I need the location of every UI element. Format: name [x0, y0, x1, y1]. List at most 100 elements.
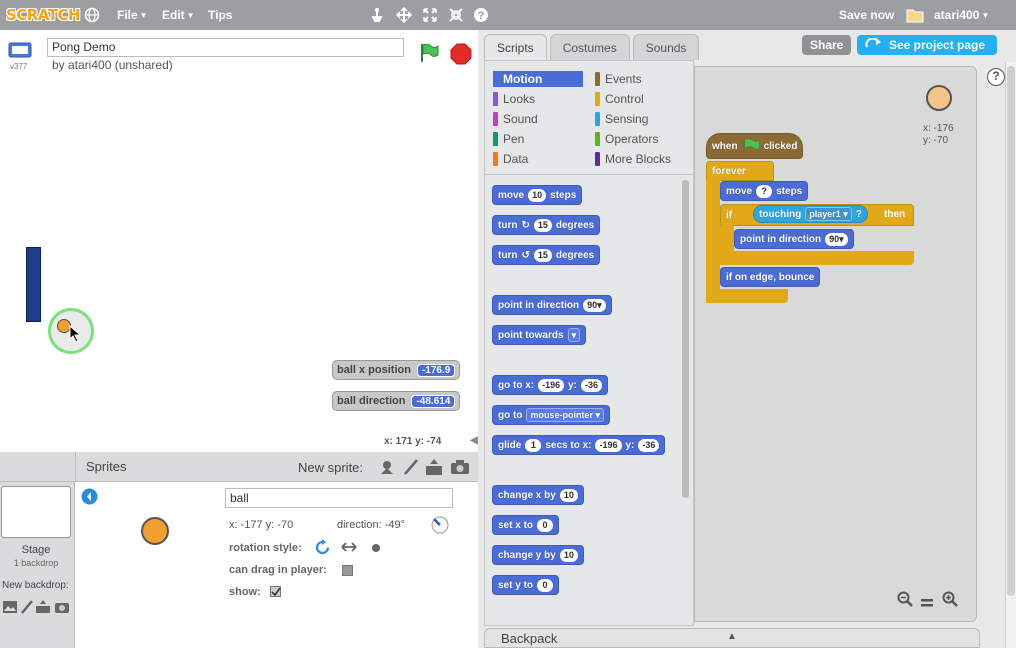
- block-number-input[interactable]: ?: [756, 184, 773, 198]
- green-flag-icon[interactable]: [418, 42, 440, 69]
- save-now-button[interactable]: Save now: [839, 0, 894, 30]
- tab-costumes[interactable]: Costumes: [549, 34, 630, 60]
- scratch-logo[interactable]: SCRATCH: [6, 0, 81, 30]
- category-data[interactable]: Data: [493, 151, 583, 167]
- stop-icon[interactable]: [450, 43, 472, 70]
- block-set-y[interactable]: set y to 0: [492, 575, 560, 595]
- block-turn-right[interactable]: turn ↻ 15 degrees: [492, 215, 601, 235]
- ball-x-monitor[interactable]: ball x position -176.9: [332, 360, 461, 380]
- scripts-area[interactable]: x: -176 y: -70 when clicked forever move…: [694, 66, 977, 622]
- can-drag-checkbox[interactable]: [342, 565, 353, 576]
- current-sprite-preview: [926, 85, 952, 111]
- block-number-input[interactable]: -36: [581, 378, 603, 392]
- help-tips-icon[interactable]: ?: [987, 68, 1005, 86]
- paddle-sprite[interactable]: [26, 247, 41, 322]
- block-number-input[interactable]: 15: [533, 248, 552, 262]
- camera-sprite-icon[interactable]: [450, 459, 470, 478]
- category-operators[interactable]: Operators: [595, 131, 685, 147]
- camera-backdrop-icon[interactable]: [54, 600, 70, 619]
- edit-menu[interactable]: Edit ▼: [162, 0, 195, 30]
- block-number-input[interactable]: 0: [537, 518, 554, 532]
- block-dropdown[interactable]: mouse-pointer ▾: [526, 408, 604, 422]
- block-dropdown[interactable]: ▾: [567, 328, 581, 342]
- block-touching[interactable]: touching player1 ▾ ?: [753, 205, 868, 223]
- file-menu[interactable]: File ▼: [117, 0, 148, 30]
- block-point-in-direction[interactable]: point in direction 90▾: [492, 295, 612, 315]
- category-control[interactable]: Control: [595, 91, 685, 107]
- block-point-in-direction[interactable]: point in direction 90▾: [734, 229, 854, 249]
- stage-canvas[interactable]: ball x position -176.9 ball direction -4…: [0, 74, 478, 432]
- category-looks[interactable]: Looks: [493, 91, 583, 107]
- category-pen[interactable]: Pen: [493, 131, 583, 147]
- ball-sprite[interactable]: [48, 308, 94, 354]
- tab-scripts[interactable]: Scripts: [484, 34, 547, 60]
- show-checkbox[interactable]: [270, 586, 281, 597]
- block-number-input[interactable]: 0: [537, 578, 554, 592]
- grow-tool-icon[interactable]: [422, 0, 438, 30]
- paint-backdrop-icon[interactable]: [20, 600, 34, 619]
- sprite-name-input[interactable]: ball: [225, 488, 453, 508]
- cut-tool-icon[interactable]: [396, 0, 412, 30]
- zoom-out-icon[interactable]: [897, 591, 913, 612]
- stage-thumbnail[interactable]: [1, 486, 71, 538]
- block-number-input[interactable]: -36: [638, 438, 660, 452]
- category-more-blocks[interactable]: More Blocks: [595, 151, 685, 167]
- share-button[interactable]: Share: [802, 35, 851, 55]
- duplicate-tool-icon[interactable]: [369, 0, 385, 30]
- category-motion[interactable]: Motion: [493, 71, 583, 87]
- block-go-to[interactable]: go to mouse-pointer ▾: [492, 405, 610, 425]
- rotate-all-around-icon[interactable]: [314, 539, 331, 561]
- my-stuff-icon[interactable]: [906, 0, 924, 30]
- block-number-input[interactable]: 10: [559, 488, 578, 502]
- tips-menu[interactable]: Tips: [208, 0, 232, 30]
- block-number-input[interactable]: -196: [595, 438, 622, 452]
- block-forever[interactable]: forever: [706, 161, 774, 181]
- sprite-library-icon[interactable]: [378, 458, 396, 479]
- user-menu[interactable]: atari400 ▼: [934, 0, 989, 30]
- upload-backdrop-icon[interactable]: [35, 599, 51, 619]
- page-scrollbar[interactable]: [1005, 62, 1016, 648]
- dont-rotate-icon[interactable]: [372, 544, 380, 552]
- see-project-page-button[interactable]: See project page: [857, 35, 997, 55]
- block-number-input[interactable]: 10: [559, 548, 578, 562]
- palette-scrollbar[interactable]: [682, 180, 689, 498]
- backpack-bar[interactable]: Backpack ▲: [484, 628, 980, 648]
- tab-sounds[interactable]: Sounds: [632, 34, 700, 60]
- block-when-flag-clicked[interactable]: when clicked: [706, 133, 804, 159]
- back-info-icon[interactable]: [81, 488, 98, 510]
- block-move-steps[interactable]: move 10 steps: [492, 185, 583, 205]
- collapse-stage-icon[interactable]: ◀: [470, 435, 478, 446]
- block-change-y[interactable]: change y by 10: [492, 545, 584, 565]
- block-dropdown[interactable]: 90▾: [825, 232, 848, 246]
- zoom-reset-icon[interactable]: [921, 595, 933, 613]
- paint-sprite-icon[interactable]: [402, 458, 420, 479]
- block-number-input[interactable]: 15: [533, 218, 552, 232]
- zoom-in-icon[interactable]: [942, 591, 958, 612]
- block-go-to-xy[interactable]: go to x: -196 y: -36: [492, 375, 609, 395]
- block-glide[interactable]: glide 1 secs to x: -196 y: -36: [492, 435, 666, 455]
- block-number-input[interactable]: -196: [538, 378, 565, 392]
- block-number-input[interactable]: 1: [525, 438, 542, 452]
- direction-dial-icon[interactable]: [430, 515, 450, 540]
- help-icon[interactable]: ?: [473, 0, 489, 30]
- block-number-input[interactable]: 10: [528, 188, 547, 202]
- backdrop-library-icon[interactable]: [2, 600, 18, 619]
- block-turn-left[interactable]: turn ↺ 15 degrees: [492, 245, 601, 265]
- upload-sprite-icon[interactable]: [424, 458, 444, 479]
- block-dropdown[interactable]: 90▾: [583, 298, 606, 312]
- block-move-steps[interactable]: move ? steps: [720, 181, 809, 201]
- globe-icon[interactable]: [84, 0, 100, 30]
- left-right-icon[interactable]: [340, 540, 358, 559]
- category-sound[interactable]: Sound: [493, 111, 583, 127]
- block-if-on-edge-bounce[interactable]: if on edge, bounce: [720, 267, 821, 287]
- block-set-x[interactable]: set x to 0: [492, 515, 560, 535]
- category-events[interactable]: Events: [595, 71, 685, 87]
- shrink-tool-icon[interactable]: [448, 0, 464, 30]
- project-title-input[interactable]: Pong Demo: [47, 38, 404, 57]
- block-change-x[interactable]: change x by 10: [492, 485, 584, 505]
- expand-backpack-icon[interactable]: ▲: [727, 631, 737, 642]
- ball-direction-monitor[interactable]: ball direction -48.614: [332, 391, 461, 411]
- block-point-towards[interactable]: point towards ▾: [492, 325, 587, 345]
- category-sensing[interactable]: Sensing: [595, 111, 685, 127]
- block-dropdown[interactable]: player1 ▾: [805, 207, 852, 221]
